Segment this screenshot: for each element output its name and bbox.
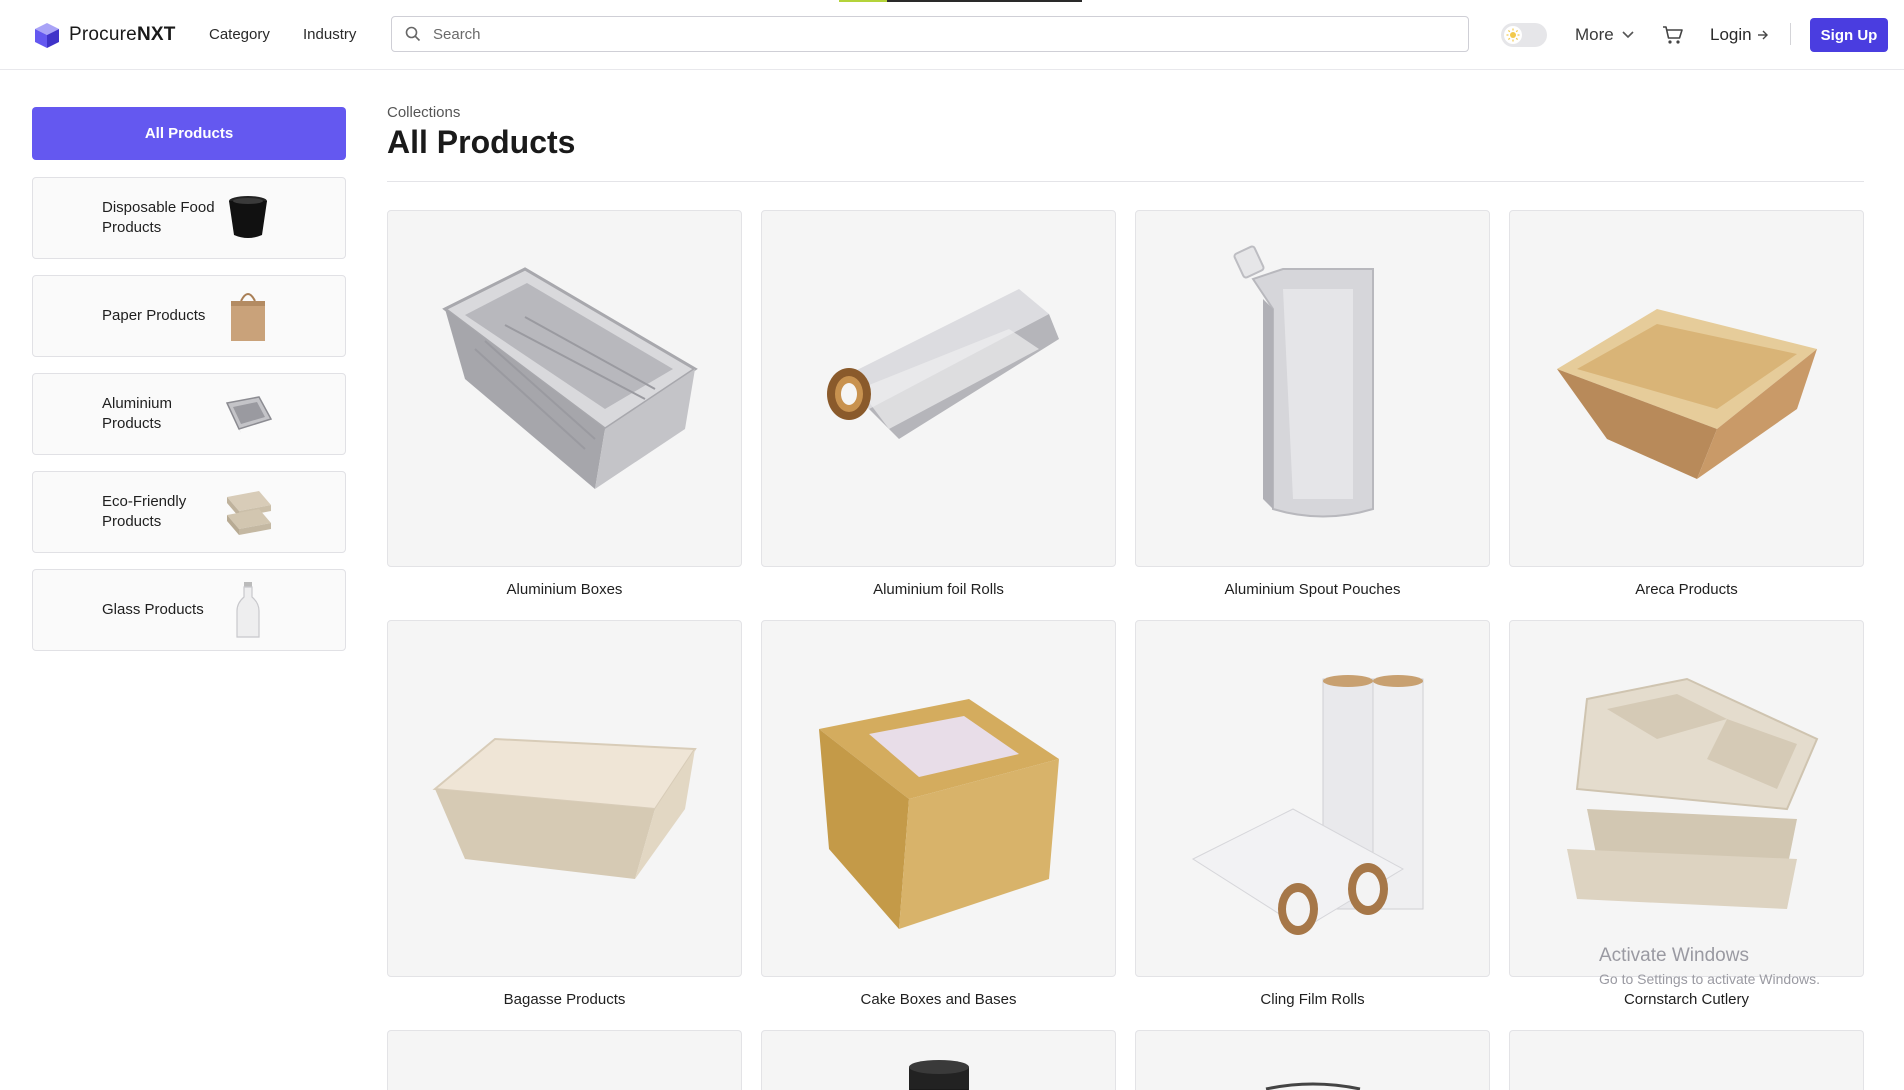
product-card-partial[interactable] xyxy=(761,1030,1116,1090)
signup-button[interactable]: Sign Up xyxy=(1810,18,1888,52)
product-name[interactable]: Aluminium Spout Pouches xyxy=(1135,581,1490,598)
areca-bowl-image xyxy=(1556,308,1817,479)
cube-logo-icon xyxy=(35,23,59,48)
search-input[interactable] xyxy=(431,24,1435,44)
product-card[interactable]: Areca Products xyxy=(1509,210,1864,598)
product-card[interactable]: Cake Boxes and Bases xyxy=(761,620,1116,1008)
product-card-partial[interactable] xyxy=(387,1030,742,1090)
cornstarch-tray-image xyxy=(1566,677,1818,909)
product-card[interactable]: Aluminium foil Rolls xyxy=(761,210,1116,598)
product-card[interactable]: Bagasse Products xyxy=(387,620,742,1008)
login-label: Login xyxy=(1710,25,1752,44)
cake-box-image xyxy=(818,698,1059,929)
toggle-knob xyxy=(1504,26,1522,44)
arrow-right-icon xyxy=(1757,30,1768,40)
watermark-subtitle: Go to Settings to activate Windows. xyxy=(1599,971,1820,987)
sidebar-item-label: Glass Products xyxy=(102,601,204,618)
more-dropdown[interactable]: More xyxy=(1575,25,1634,45)
product-image[interactable] xyxy=(1135,620,1490,977)
product-image[interactable] xyxy=(387,620,742,977)
windows-activation-watermark: Activate Windows Go to Settings to activ… xyxy=(1599,945,1820,987)
product-card[interactable]: Aluminium Spout Pouches xyxy=(1135,210,1490,598)
sidebar-all-products[interactable]: All Products xyxy=(32,107,346,160)
sidebar-item-label: Aluminium Products xyxy=(102,395,173,432)
title-divider xyxy=(387,181,1864,182)
product-name[interactable]: Cornstarch Cutlery xyxy=(1509,991,1864,1008)
product-name[interactable]: Cling Film Rolls xyxy=(1135,991,1490,1008)
loading-progress-bar xyxy=(839,0,1082,2)
aluminium-tray-icon xyxy=(225,396,273,433)
jar-lid-image xyxy=(909,1060,969,1090)
product-name[interactable]: Cake Boxes and Bases xyxy=(761,991,1116,1008)
brand-logo[interactable]: ProcureNXT xyxy=(33,21,176,49)
top-header: ProcureNXT Category Industry More xyxy=(0,0,1904,70)
product-name[interactable]: Bagasse Products xyxy=(387,991,742,1008)
aluminium-box-image xyxy=(441,266,698,489)
product-name[interactable]: Areca Products xyxy=(1509,581,1864,598)
product-image[interactable] xyxy=(387,210,742,567)
login-link[interactable]: Login xyxy=(1710,25,1769,45)
sidebar-item-glass[interactable]: Glass Products xyxy=(32,569,346,651)
product-name[interactable]: Aluminium Boxes xyxy=(387,581,742,598)
brand-name: ProcureNXT xyxy=(69,24,176,45)
watermark-title: Activate Windows xyxy=(1599,945,1749,966)
product-image[interactable] xyxy=(1135,210,1490,567)
product-card[interactable]: Cling Film Rolls xyxy=(1135,620,1490,1008)
sidebar-item-eco-friendly[interactable]: Eco-Friendly Products xyxy=(32,471,346,553)
sidebar-item-paper[interactable]: Paper Products xyxy=(32,275,346,357)
product-card-partial[interactable] xyxy=(1135,1030,1490,1090)
more-label: More xyxy=(1575,25,1614,44)
spout-pouch-image xyxy=(1233,245,1374,517)
search-icon xyxy=(405,26,421,42)
cling-film-image xyxy=(1191,674,1423,935)
page-title: All Products xyxy=(387,124,576,160)
header-separator xyxy=(1790,23,1791,45)
sidebar-item-label: Disposable Food Products xyxy=(102,199,215,236)
chevron-down-icon xyxy=(1622,31,1634,39)
bagasse-box-image xyxy=(432,737,697,879)
sun-icon xyxy=(1506,28,1520,42)
theme-toggle[interactable] xyxy=(1501,23,1547,47)
sidebar-item-disposable-food[interactable]: Disposable Food Products xyxy=(32,177,346,259)
black-cup-icon xyxy=(229,196,267,238)
search-bar[interactable] xyxy=(391,16,1469,52)
sidebar-item-aluminium[interactable]: Aluminium Products xyxy=(32,373,346,455)
product-card-partial[interactable] xyxy=(1509,1030,1864,1090)
product-name[interactable]: Aluminium foil Rolls xyxy=(761,581,1116,598)
nav-category[interactable]: Category xyxy=(209,26,270,43)
breadcrumb[interactable]: Collections xyxy=(387,104,460,121)
product-image[interactable] xyxy=(761,620,1116,977)
sidebar-item-label: Eco-Friendly Products xyxy=(102,493,187,530)
cart-icon[interactable] xyxy=(1662,24,1684,46)
glass-bottle-icon xyxy=(236,582,260,638)
partial-product-image xyxy=(1265,1082,1361,1090)
product-image[interactable] xyxy=(761,210,1116,567)
foil-roll-image xyxy=(826,288,1059,439)
nav-industry[interactable]: Industry xyxy=(303,26,356,43)
product-image[interactable] xyxy=(1509,210,1864,567)
product-card[interactable]: Aluminium Boxes xyxy=(387,210,742,598)
paper-bag-icon xyxy=(231,293,265,341)
bagasse-container-icon xyxy=(227,491,271,535)
product-image[interactable] xyxy=(1509,620,1864,977)
sidebar-item-label: Paper Products xyxy=(102,307,206,324)
